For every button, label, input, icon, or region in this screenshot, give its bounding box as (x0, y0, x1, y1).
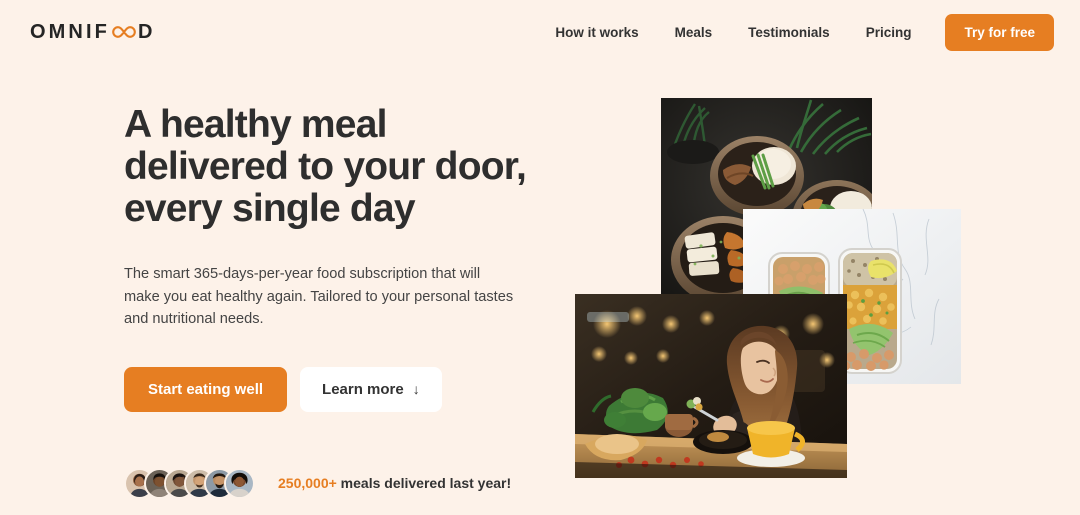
omnifood-landing-page: OMNIF D How it works Meals Testimonials … (0, 0, 1080, 515)
hero-image-collage (0, 0, 1080, 515)
woman-eating-photo (575, 294, 847, 478)
